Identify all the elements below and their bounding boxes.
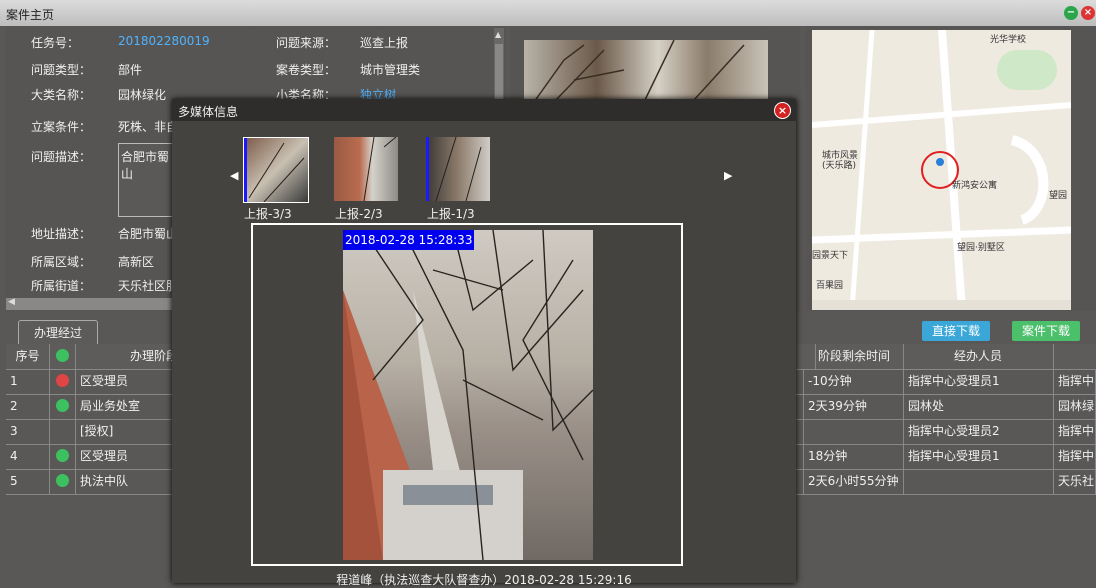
- thumbnail-graphic: [363, 137, 397, 201]
- dialog-title: 多媒体信息: [178, 105, 239, 119]
- condition-label: 立案条件：: [31, 120, 92, 134]
- cell-no: 3: [6, 419, 50, 444]
- window-titlebar: 案件主页 − ×: [0, 0, 1096, 26]
- cell-status: [50, 369, 76, 394]
- cell-person: 指挥中心受理员1: [904, 444, 1054, 469]
- window-title: 案件主页: [6, 8, 55, 22]
- case-type-value: 城市管理类: [360, 63, 421, 77]
- cell-person: [904, 469, 1054, 494]
- photo-caption: 程道峰（执法巡查大队督查办）2018-02-28 15:29:16: [336, 573, 632, 587]
- dialog-close-icon[interactable]: ×: [774, 102, 791, 119]
- thumbnail-2-label: 上报-2/3: [335, 207, 383, 221]
- cell-extra: 园林绿: [1054, 394, 1096, 419]
- sad-icon: [56, 374, 69, 387]
- prev-arrow-icon[interactable]: ◀: [230, 169, 238, 182]
- smile-icon: [56, 449, 69, 462]
- street-label: 所属街道：: [31, 279, 92, 293]
- source-value: 巡查上报: [360, 36, 409, 50]
- desc-label: 问题描述：: [31, 150, 92, 164]
- map-label-5: 光华学校: [990, 35, 1027, 45]
- multimedia-dialog: 多媒体信息 × ◀ ▶ 上报-3/3 上报-2/3 上报-1/3 2018-02…: [172, 99, 796, 587]
- region-label: 所属区域：: [31, 255, 92, 269]
- cell-extra: 天乐社: [1054, 469, 1096, 494]
- type-label: 问题类型：: [31, 63, 92, 77]
- map-label-2: 新鸿安公寓: [952, 181, 998, 191]
- close-icon[interactable]: ×: [1081, 6, 1095, 20]
- case-download-button[interactable]: 案件下载: [1012, 321, 1080, 341]
- photo-timestamp: 2018-02-28 15:28:33: [343, 230, 475, 250]
- direct-download-button[interactable]: 直接下载: [922, 321, 990, 341]
- cell-person: 指挥中心受理员2: [904, 419, 1054, 444]
- main-photo[interactable]: 2018-02-28 15:28:33: [343, 230, 593, 560]
- thumbnail-1[interactable]: [426, 137, 490, 201]
- cell-remain: 18分钟: [804, 444, 904, 469]
- cell-no: 2: [6, 394, 50, 419]
- map-label-6: 百果园: [816, 281, 844, 291]
- scroll-left-icon[interactable]: ◀: [8, 297, 15, 307]
- cell-remain: 2天39分钟: [804, 394, 904, 419]
- minimize-icon[interactable]: −: [1064, 6, 1078, 20]
- task-no-label: 任务号：: [31, 36, 80, 50]
- map-label-1: (天乐路): [822, 161, 857, 171]
- header-person[interactable]: 经办人员: [904, 344, 1054, 369]
- cell-remain: [804, 419, 904, 444]
- tree-branches-graphic: [533, 40, 745, 102]
- thumbnail-1-label: 上报-1/3: [427, 207, 475, 221]
- dialog-titlebar: 多媒体信息 ×: [172, 99, 796, 121]
- thumbnail-graphic: [244, 138, 305, 202]
- street-value: 天乐社区服: [118, 279, 179, 293]
- case-type-label: 案卷类型：: [276, 63, 337, 77]
- task-no-value[interactable]: 201802280019: [118, 34, 210, 48]
- cell-person: 指挥中心受理员1: [904, 369, 1054, 394]
- cell-status: [50, 469, 76, 494]
- desc-value: 合肥市蜀山: [121, 150, 170, 181]
- thumbnail-3[interactable]: [243, 137, 309, 203]
- thumbnail-graphic: [426, 137, 482, 201]
- main-photo-frame: 2018-02-28 15:28:33: [251, 223, 683, 566]
- smile-icon: [56, 349, 69, 362]
- header-remain[interactable]: 阶段剩余时间: [804, 344, 904, 369]
- smile-icon: [56, 399, 69, 412]
- main-photo-graphic: [343, 230, 593, 560]
- header-no[interactable]: 序号: [6, 344, 50, 369]
- map-label-7: 园景天下: [812, 251, 849, 261]
- desc-textarea[interactable]: 合肥市蜀山: [118, 143, 180, 217]
- next-arrow-icon[interactable]: ▶: [724, 169, 732, 182]
- tab-process[interactable]: 办理经过: [18, 320, 98, 345]
- cell-remain: -10分钟: [804, 369, 904, 394]
- map-view[interactable]: 城市风景 (天乐路) 新鸿安公寓 望园 望园·别墅区 光华学校 百果园 园景天下: [812, 30, 1071, 310]
- condition-value: 死株、非自: [118, 120, 179, 134]
- thumbnail-3-label: 上报-3/3: [244, 207, 292, 221]
- scroll-up-icon[interactable]: ▲: [495, 30, 501, 39]
- source-label: 问题来源：: [276, 36, 337, 50]
- cell-person: 园林处: [904, 394, 1054, 419]
- cell-status: [50, 419, 76, 444]
- cell-remain: 2天6小时55分钟: [804, 469, 904, 494]
- cell-no: 5: [6, 469, 50, 494]
- cell-no: 1: [6, 369, 50, 394]
- header-status[interactable]: [50, 344, 76, 369]
- major-value: 园林绿化: [118, 88, 167, 102]
- thumbnail-2[interactable]: [334, 137, 398, 201]
- map-label-4: 望园·别墅区: [957, 243, 1005, 253]
- cell-extra: 指挥中: [1054, 419, 1096, 444]
- map-label-3: 望园: [1049, 191, 1068, 201]
- cell-extra: 指挥中: [1054, 369, 1096, 394]
- type-value: 部件: [118, 63, 143, 77]
- cell-no: 4: [6, 444, 50, 469]
- smile-icon: [56, 474, 69, 487]
- region-value: 高新区: [118, 255, 155, 269]
- cell-extra: 指挥中: [1054, 444, 1096, 469]
- preview-photo[interactable]: [524, 40, 768, 102]
- cell-status: [50, 394, 76, 419]
- address-label: 地址描述：: [31, 227, 92, 241]
- cell-status: [50, 444, 76, 469]
- address-value: 合肥市蜀山: [118, 227, 179, 241]
- major-label: 大类名称：: [31, 88, 92, 102]
